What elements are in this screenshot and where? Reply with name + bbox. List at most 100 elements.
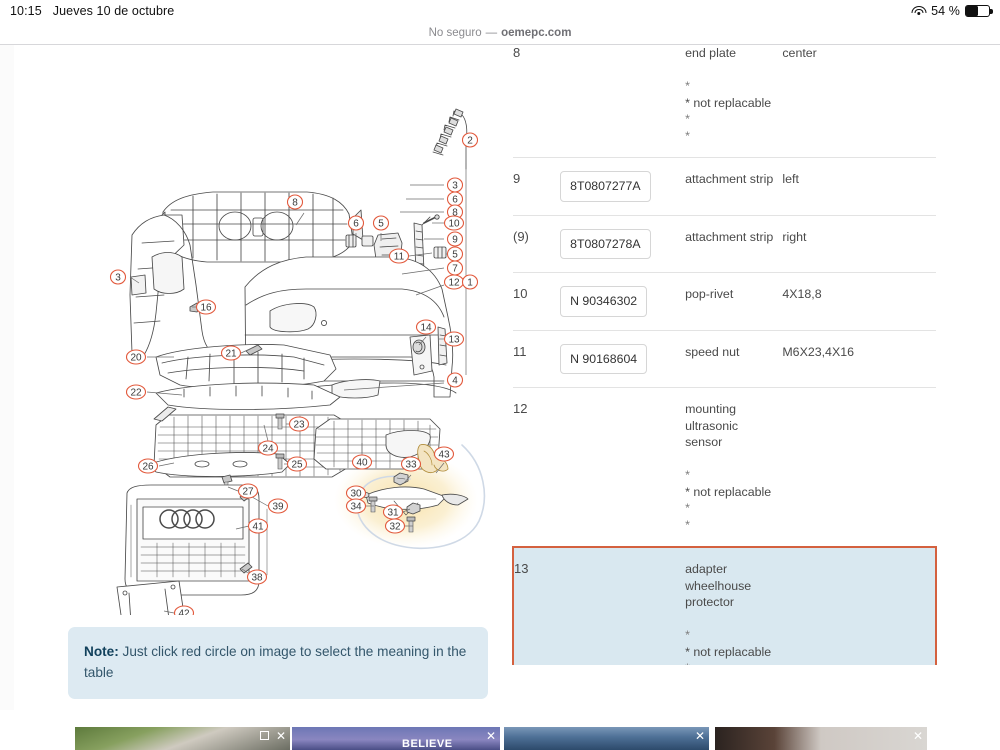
- wifi-icon: [911, 5, 927, 17]
- diagram-callout-11[interactable]: 11: [388, 248, 410, 264]
- ad-expand-icon[interactable]: [260, 731, 269, 740]
- table-row[interactable]: 10 N 90346302 pop-rivet 4X18,8: [513, 272, 936, 331]
- description-line: ultrasonic sensor: [685, 418, 739, 450]
- diagram-callout-20[interactable]: 20: [125, 349, 147, 365]
- description-cell: adapter wheelhouse protector * * not replac…: [685, 546, 783, 665]
- diagram-callout-8[interactable]: 8: [286, 194, 304, 210]
- part-number-cell[interactable]: N 90168604: [560, 330, 686, 388]
- parts-diagram[interactable]: 2 3 6 8 10 9 5 7 12 1 8 6 5 11 3 16 14 13 4 20 21 22 23 25 24 26 2…: [14, 45, 504, 615]
- parts-table-pane[interactable]: 8 end plate * * not replacable * * center 9 8T0…: [512, 45, 937, 665]
- callout-label: 16: [200, 303, 212, 314]
- callout-label: 3: [452, 181, 458, 192]
- diagram-callout-5[interactable]: 5: [446, 246, 464, 262]
- diagram-callout-26[interactable]: 26: [137, 458, 159, 474]
- diagram-callout-3[interactable]: 3: [446, 177, 464, 193]
- diagram-callout-21[interactable]: 21: [220, 345, 242, 361]
- part-number-link[interactable]: N 90168604: [560, 343, 648, 374]
- diagram-callout-42[interactable]: 42: [173, 605, 195, 615]
- diagram-callout-3[interactable]: 3: [109, 269, 127, 285]
- note-cell: 4X18,8: [782, 272, 936, 331]
- browser-address-bar[interactable]: No seguro — oemepc.com: [0, 22, 1000, 44]
- part-number-link[interactable]: 8T0807277A: [560, 171, 651, 202]
- table-row[interactable]: 12 mounting ultrasonic sensor * * not repla…: [513, 387, 936, 548]
- diagram-callout-27[interactable]: 27: [237, 483, 259, 499]
- note-label: Note:: [84, 644, 119, 659]
- diagram-callout-31[interactable]: 31: [382, 504, 404, 520]
- table-row[interactable]: 11 N 90168604 speed nut M6X23,4X16: [513, 330, 936, 388]
- ad-close-icon-2[interactable]: ✕: [486, 730, 496, 742]
- ad-close-icon-1[interactable]: ✕: [276, 730, 286, 742]
- diagram-callout-4[interactable]: 4: [446, 372, 464, 388]
- row-number-cell: 10: [513, 272, 561, 331]
- ad-thumbnail-2[interactable]: BELIEVE ✕: [292, 727, 500, 750]
- callout-label: 3: [115, 273, 121, 284]
- diagram-callout-34[interactable]: 34: [345, 498, 367, 514]
- diagram-callout-40[interactable]: 40: [351, 454, 373, 470]
- diagram-callout-25[interactable]: 25: [286, 456, 308, 472]
- part-number-cell[interactable]: [560, 546, 686, 665]
- diagram-callout-39[interactable]: 39: [267, 498, 289, 514]
- diagram-callout-41[interactable]: 41: [247, 518, 269, 534]
- ad-thumbnail-4[interactable]: ✕: [715, 727, 927, 750]
- diagram-callout-43[interactable]: 43: [433, 446, 455, 462]
- part-number-link[interactable]: N 90346302: [560, 286, 648, 317]
- table-row[interactable]: 8 end plate * * not replacable * * center: [513, 45, 936, 158]
- diagram-callout-9[interactable]: 9: [446, 231, 464, 247]
- diagram-callout-30[interactable]: 30: [345, 485, 367, 501]
- callout-label: 10: [448, 219, 460, 230]
- description-line: pop-rivet: [685, 287, 734, 301]
- note-cell: [782, 546, 937, 665]
- callout-label: 38: [251, 573, 263, 584]
- diagram-callout-24[interactable]: 24: [257, 440, 279, 456]
- ad-thumbnail-1[interactable]: ✕: [75, 727, 290, 750]
- callout-label: 26: [142, 462, 154, 473]
- part-number-cell[interactable]: [560, 387, 686, 548]
- diagram-callout-13[interactable]: 13: [443, 331, 465, 347]
- note-cell: center: [782, 45, 936, 158]
- callout-label: 34: [350, 502, 362, 513]
- ad-close-icon-4[interactable]: ✕: [913, 730, 923, 742]
- ad-close-icon-3[interactable]: ✕: [695, 730, 705, 742]
- note-box: Note: Just click red circle on image to …: [68, 627, 488, 699]
- diagram-callout-2[interactable]: 2: [461, 132, 479, 148]
- part-number-cell[interactable]: [560, 45, 686, 158]
- diagram-callout-23[interactable]: 23: [288, 416, 310, 432]
- diagram-callout-6[interactable]: 6: [347, 215, 365, 231]
- row-number-cell: 11: [513, 330, 561, 388]
- description-line: end plate: [685, 46, 737, 60]
- diagram-callout-10[interactable]: 10: [443, 215, 465, 231]
- note-cell: left: [782, 157, 936, 216]
- ad-thumbnail-3[interactable]: ✕: [504, 727, 709, 750]
- status-bar-right: 54 %: [911, 4, 993, 18]
- row-number-cell: 8: [513, 45, 561, 158]
- part-number-link[interactable]: 8T0807278A: [560, 228, 651, 259]
- diagram-callout-5[interactable]: 5: [372, 215, 390, 231]
- callout-label: 39: [272, 502, 284, 513]
- diagram-callout-38[interactable]: 38: [246, 569, 268, 585]
- description-line: wheelhouse: [685, 578, 752, 593]
- callout-label: 22: [130, 388, 142, 399]
- diagram-callout-7[interactable]: 7: [446, 260, 464, 276]
- diagram-callout-12[interactable]: 12: [443, 274, 465, 290]
- table-row[interactable]: 13 adapter wheelhouse protector * * not repl…: [512, 546, 937, 665]
- clock: 10:15: [10, 4, 42, 18]
- footnote-line: *: [685, 112, 690, 126]
- part-number-cell[interactable]: 8T0807278A: [560, 215, 686, 273]
- diagram-callout-14[interactable]: 14: [415, 319, 437, 335]
- table-row[interactable]: (9) 8T0807278A attachment strip right: [513, 215, 936, 273]
- part-number-cell[interactable]: 8T0807277A: [560, 157, 686, 216]
- diagram-callout-6[interactable]: 6: [446, 191, 464, 207]
- callout-label: 43: [438, 450, 450, 461]
- description-cell: end plate * * not replacable * *: [685, 45, 783, 158]
- description-line: adapter: [685, 562, 728, 576]
- diagram-callout-33[interactable]: 33: [400, 456, 422, 472]
- part-number-cell[interactable]: N 90346302: [560, 272, 686, 331]
- table-row[interactable]: 9 8T0807277A attachment strip left: [513, 157, 936, 216]
- diagram-callout-16[interactable]: 16: [195, 299, 217, 315]
- diagram-callout-1[interactable]: 1: [461, 274, 479, 290]
- callout-label: 20: [130, 353, 142, 364]
- diagram-callout-32[interactable]: 32: [384, 518, 406, 534]
- diagram-callout-22[interactable]: 22: [125, 384, 147, 400]
